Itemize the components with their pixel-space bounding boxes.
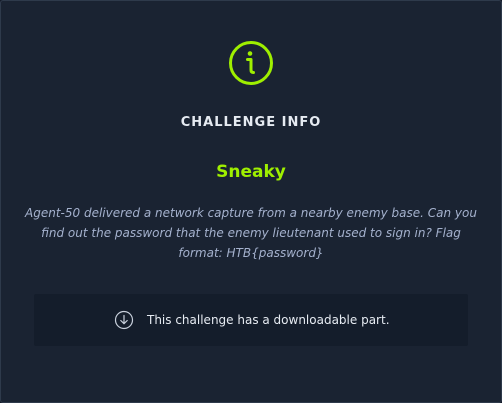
modal-heading: CHALLENGE INFO [180,115,322,130]
download-notice-text: This challenge has a downloadable part. [147,313,390,327]
challenge-description: Agent-50 delivered a network capture fro… [25,206,477,260]
challenge-name: Sneaky [216,162,286,182]
info-icon [229,41,273,85]
challenge-info-modal: CHALLENGE INFO Sneaky Agent-50 delivered… [0,0,502,403]
download-notice: This challenge has a downloadable part. [34,294,468,346]
download-icon [114,310,134,330]
